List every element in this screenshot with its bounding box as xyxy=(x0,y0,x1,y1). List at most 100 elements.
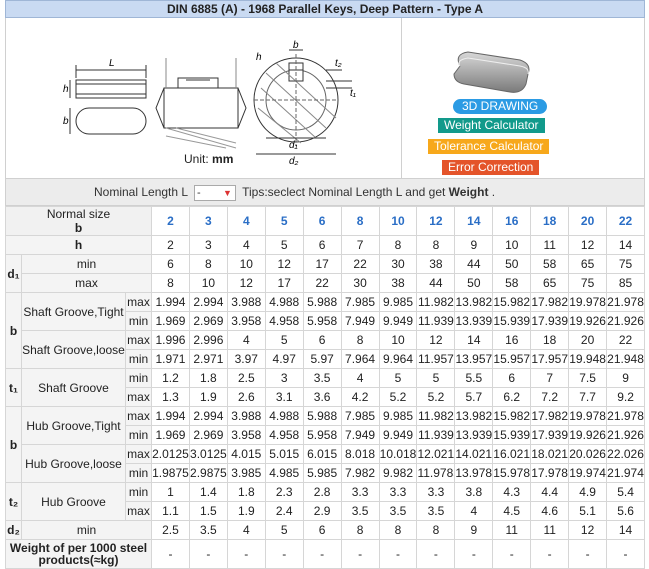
weight-cell: - xyxy=(454,539,494,569)
normal-size-header: Normal size b xyxy=(5,206,152,236)
table-cell: 58 xyxy=(530,254,570,274)
table-cell: 65 xyxy=(530,273,570,293)
table-cell: 30 xyxy=(340,273,380,293)
size-18: 18 xyxy=(530,206,570,236)
weight-calculator-button[interactable]: Weight Calculator xyxy=(438,118,545,133)
weight-cell: - xyxy=(492,539,532,569)
table-cell: 5.958 xyxy=(302,425,342,445)
table-cell: 4 xyxy=(340,368,380,388)
table-cell: 18 xyxy=(530,330,570,350)
table-cell: 19.978 xyxy=(568,292,608,312)
row-label: Shaft Groove,loose xyxy=(21,330,126,369)
weight-cell: - xyxy=(378,539,418,569)
weight-cell: - xyxy=(340,539,380,569)
row-sub: max xyxy=(125,501,152,521)
3d-drawing-button[interactable]: 3D DRAWING xyxy=(453,99,548,114)
table-cell: 5.985 xyxy=(302,463,342,483)
table-cell: 1.996 xyxy=(151,330,190,350)
table-cell: 21.978 xyxy=(606,292,645,312)
table-cell: 58 xyxy=(492,273,532,293)
table-cell: 7.985 xyxy=(340,406,380,426)
table-cell: 15.957 xyxy=(492,349,532,369)
table-cell: 6 xyxy=(302,520,342,540)
table-cell: 4 xyxy=(454,501,494,521)
row-sub: max xyxy=(125,387,152,407)
table-cell: 11.957 xyxy=(416,349,456,369)
table-cell: 2.996 xyxy=(188,330,228,350)
select-value: - xyxy=(196,186,201,199)
tolerance-calculator-button[interactable]: Tolerance Calculator xyxy=(428,139,550,154)
table-cell: 11.939 xyxy=(416,311,456,331)
table-cell: 7 xyxy=(530,368,570,388)
table-cell: 2.9 xyxy=(302,501,342,521)
table-cell: 9 xyxy=(454,235,494,255)
table-cell: 4.9 xyxy=(568,482,608,502)
group-label-b: b xyxy=(5,406,22,483)
table-cell: 8 xyxy=(378,235,418,255)
table-cell: 8 xyxy=(416,520,456,540)
table-cell: 3.988 xyxy=(226,292,266,312)
row-sub: max xyxy=(125,292,152,312)
table-row: t₂ Hub Groove min 1 1.4 1.8 2.3 2.8 3.3 3.3 3.3 3.8… xyxy=(5,482,645,521)
label-d1: d₁ xyxy=(289,140,298,151)
top-panel: L h b b h t₂ t₁ d₁ d₂ Unit: mm 3D DRAWIN… xyxy=(5,18,645,178)
table-cell: 17.939 xyxy=(530,311,570,331)
table-cell: 1.3 xyxy=(151,387,190,407)
table-cell: 12.0215 xyxy=(416,444,456,464)
table-cell: 2.971 xyxy=(188,349,228,369)
weight-cell: - xyxy=(606,539,645,569)
table-cell: 2.969 xyxy=(188,425,228,445)
tips-suffix: . xyxy=(491,185,496,199)
table-cell: 2.5 xyxy=(151,520,190,540)
table-cell: 13.982 xyxy=(454,406,494,426)
table-cell: 44 xyxy=(416,273,456,293)
table-cell: 21.974 xyxy=(606,463,645,483)
table-cell: 10 xyxy=(378,330,418,350)
error-correction-button[interactable]: Error Correction xyxy=(442,160,540,175)
group-label-d2: d₂ xyxy=(5,520,22,540)
table-cell: 9.2 xyxy=(606,387,645,407)
table-cell: 15.982 xyxy=(492,406,532,426)
table-cell: 5.5 xyxy=(454,368,494,388)
size-3: 3 xyxy=(188,206,228,236)
table-cell: 44 xyxy=(454,254,494,274)
table-cell: 5 xyxy=(264,330,304,350)
row-label-h: h xyxy=(5,235,152,255)
table-cell: 6 xyxy=(302,235,342,255)
nominal-length-select[interactable]: - ▼ xyxy=(193,184,236,201)
unit-text: Unit: xyxy=(184,152,209,166)
table-cell: 2.4 xyxy=(264,501,304,521)
table-cell: 11 xyxy=(492,520,532,540)
table-cell: 4.4 xyxy=(530,482,570,502)
table-cell: 11.939 xyxy=(416,425,456,445)
table-cell: 13.939 xyxy=(454,425,494,445)
table-cell: 2 xyxy=(151,235,190,255)
table-cell: 11 xyxy=(530,520,570,540)
size-2: 2 xyxy=(151,206,190,236)
table-cell: 6 xyxy=(492,368,532,388)
table-cell: 4.988 xyxy=(264,406,304,426)
table-cell: 15.939 xyxy=(492,425,532,445)
table-cell: 3.5 xyxy=(416,501,456,521)
size-6: 6 xyxy=(302,206,342,236)
label-h-right: h xyxy=(256,52,262,63)
table-cell: 7.5 xyxy=(568,368,608,388)
table-cell: 1.5 xyxy=(188,501,228,521)
table-row: b Hub Groove,Tight max 1.994 2.994 3.988 4.988… xyxy=(5,406,645,483)
table-cell: 19.978 xyxy=(568,406,608,426)
table-cell: 14.0215 xyxy=(454,444,494,464)
table-cell: 17.9785 xyxy=(530,463,570,483)
table-cell: 6 xyxy=(302,330,342,350)
table-cell: 7 xyxy=(340,235,380,255)
table-cell: 8 xyxy=(378,520,418,540)
table-row: t₁ Shaft Groove min 1.2 1.8 2.5 3 3.5 4 5 5 5.5 6 7 7.… xyxy=(5,368,645,407)
table-cell: 4.985 xyxy=(264,463,304,483)
table-cell: 6 xyxy=(151,254,190,274)
table-cell: 5.988 xyxy=(302,406,342,426)
row-label: Hub Groove,loose xyxy=(21,444,126,483)
table-cell: 20.026 xyxy=(568,444,608,464)
page-title: DIN 6885 (A) - 1968 Parallel Keys, Deep … xyxy=(5,0,645,18)
table-cell: 4.5 xyxy=(492,501,532,521)
table-cell: 3.5 xyxy=(188,520,228,540)
table-cell: 5.2 xyxy=(378,387,418,407)
